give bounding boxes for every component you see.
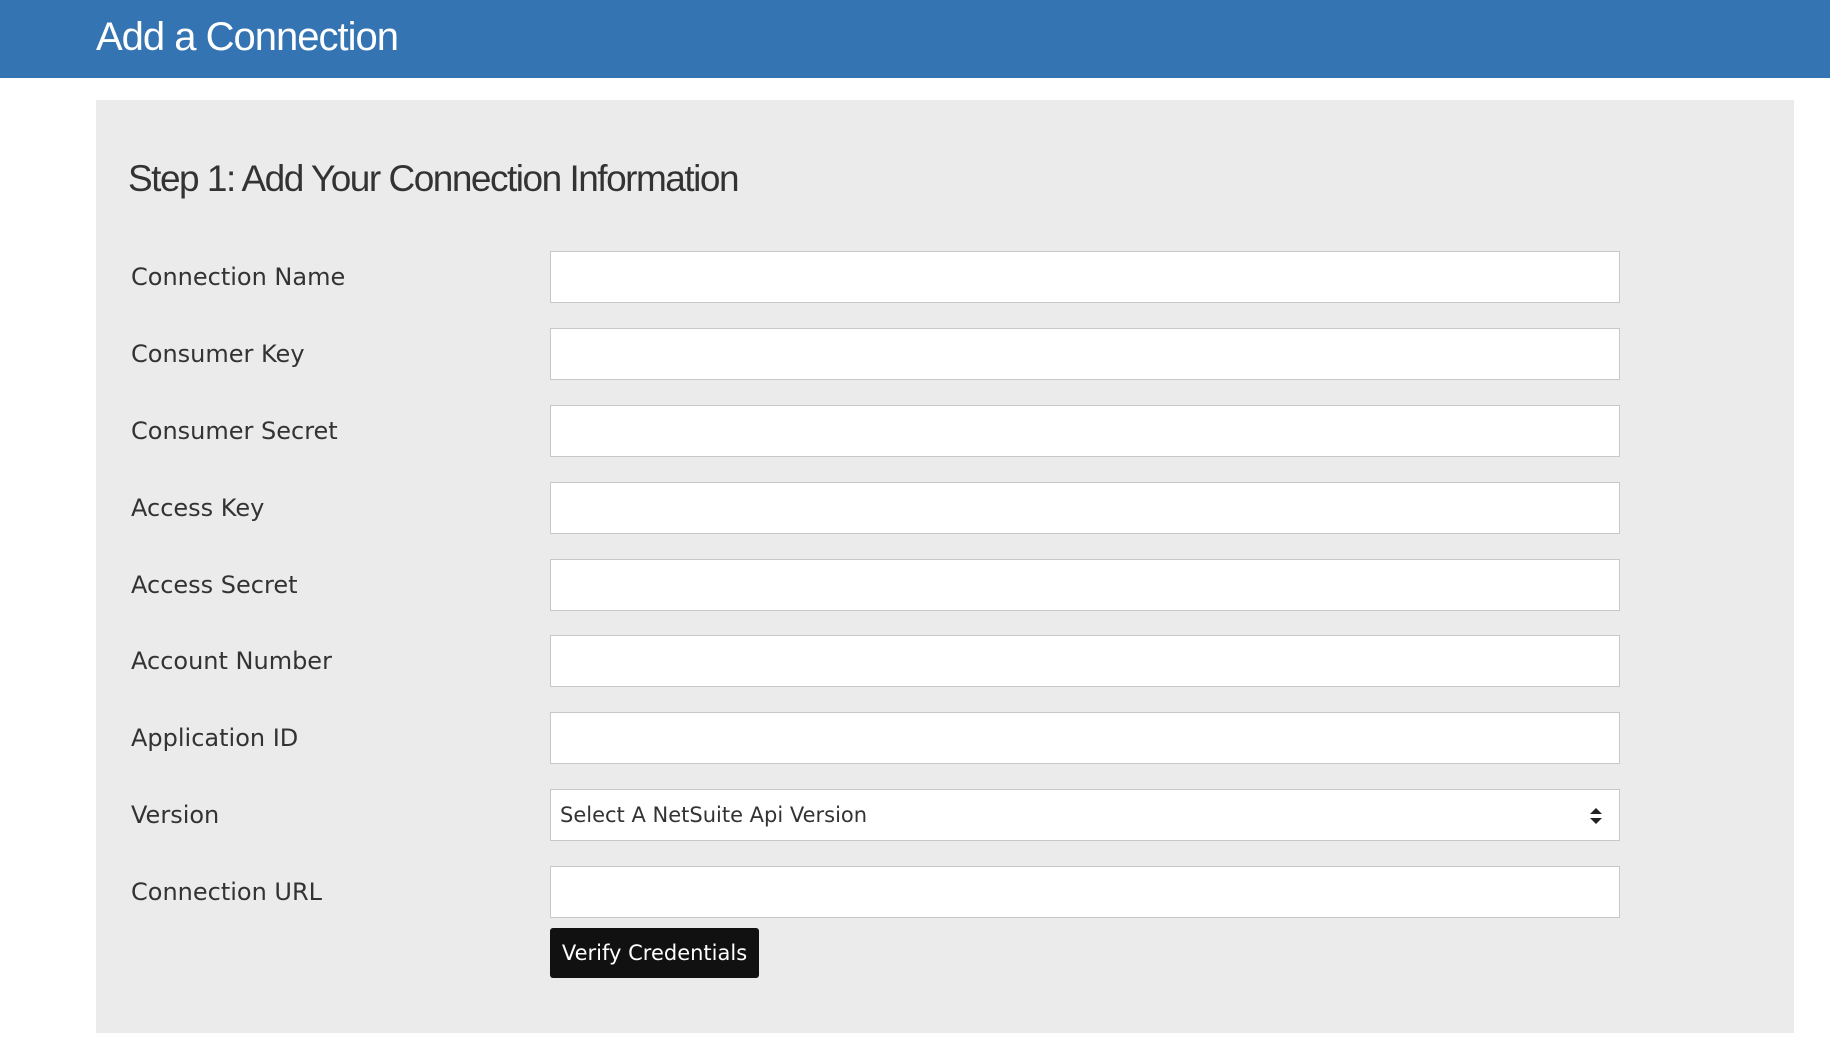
connection-name-input[interactable] <box>550 251 1620 303</box>
account-number-input[interactable] <box>550 635 1620 687</box>
account-number-row: Account Number <box>96 635 1794 687</box>
connection-name-row: Connection Name <box>96 251 1794 303</box>
access-secret-row: Access Secret <box>96 559 1794 611</box>
application-id-row: Application ID <box>96 712 1794 764</box>
step-title: Step 1: Add Your Connection Information <box>128 158 740 199</box>
consumer-secret-input[interactable] <box>550 405 1620 457</box>
version-select-value: Select A NetSuite Api Version <box>560 803 868 827</box>
connection-form-panel: Step 1: Add Your Connection Information … <box>96 100 1794 1033</box>
consumer-secret-row: Consumer Secret <box>96 405 1794 457</box>
verify-credentials-button[interactable]: Verify Credentials <box>550 928 759 978</box>
access-key-row: Access Key <box>96 482 1794 534</box>
consumer-key-label: Consumer Key <box>131 340 305 368</box>
connection-url-label: Connection URL <box>131 878 323 906</box>
application-id-label: Application ID <box>131 724 299 752</box>
access-key-label: Access Key <box>131 494 265 522</box>
connection-url-input[interactable] <box>550 866 1620 918</box>
select-arrows-icon <box>1590 808 1602 824</box>
version-row: Version Select A NetSuite Api Version <box>96 789 1794 841</box>
version-select[interactable]: Select A NetSuite Api Version <box>550 789 1620 841</box>
connection-name-label: Connection Name <box>131 263 346 291</box>
access-key-input[interactable] <box>550 482 1620 534</box>
consumer-key-row: Consumer Key <box>96 328 1794 380</box>
page-title: Add a Connection <box>96 15 399 59</box>
access-secret-label: Access Secret <box>131 571 298 599</box>
consumer-secret-label: Consumer Secret <box>131 417 338 445</box>
page-header: Add a Connection <box>0 0 1830 78</box>
access-secret-input[interactable] <box>550 559 1620 611</box>
consumer-key-input[interactable] <box>550 328 1620 380</box>
version-label: Version <box>131 801 220 829</box>
account-number-label: Account Number <box>131 647 332 675</box>
connection-url-row: Connection URL <box>96 866 1794 918</box>
application-id-input[interactable] <box>550 712 1620 764</box>
